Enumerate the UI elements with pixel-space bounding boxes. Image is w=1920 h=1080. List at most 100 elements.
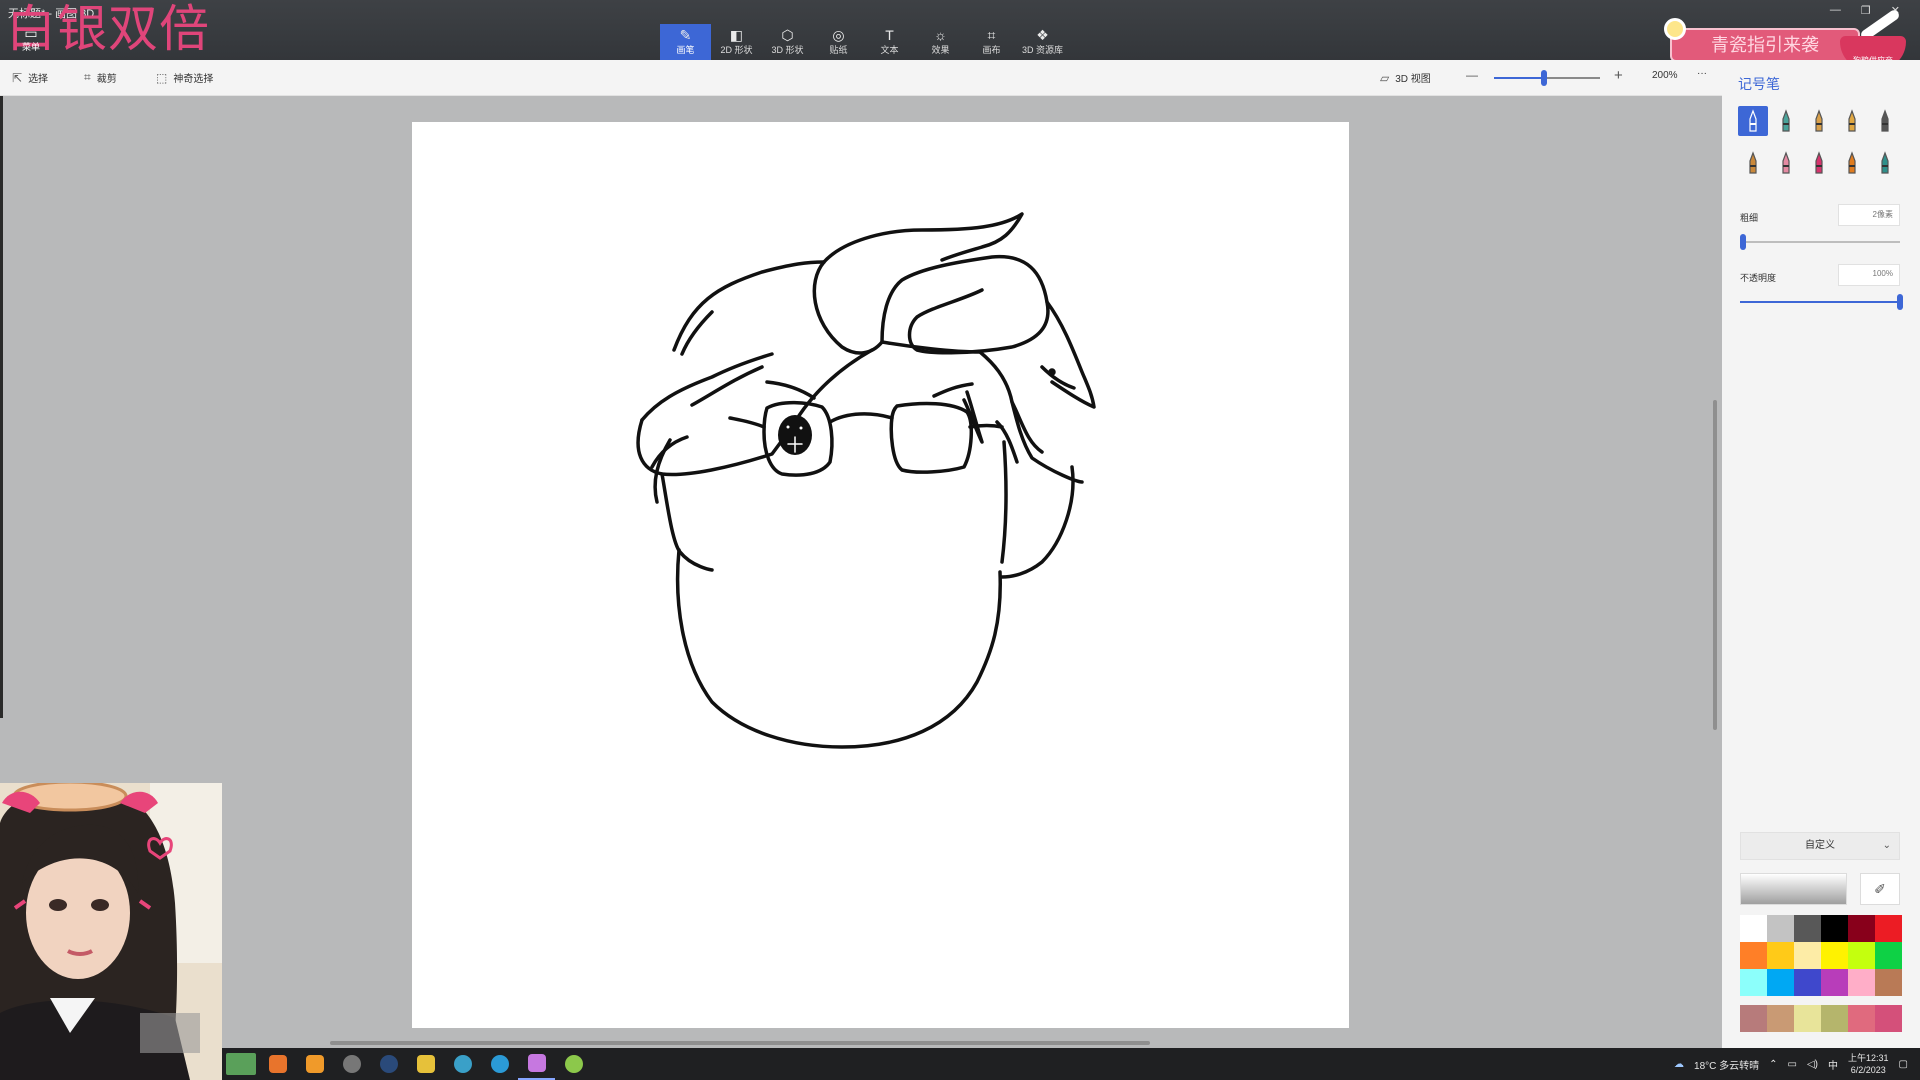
horizontal-scrollbar[interactable] <box>330 1041 1150 1045</box>
custom-color-swatch[interactable] <box>1821 1005 1848 1032</box>
opacity-slider[interactable] <box>1740 294 1903 310</box>
wallpaper-app-icon[interactable] <box>222 1048 259 1080</box>
color-swatch[interactable] <box>1821 942 1848 969</box>
tab-stickers[interactable]: ◎ 贴纸 <box>813 24 864 60</box>
more-button[interactable]: ··· <box>1697 68 1707 79</box>
fill-bucket-icon <box>1881 151 1889 174</box>
paint3d-app-icon[interactable] <box>518 1048 555 1080</box>
color-swatch[interactable] <box>1740 969 1767 996</box>
edge-app-icon[interactable] <box>481 1048 518 1080</box>
color-swatch[interactable] <box>1848 969 1875 996</box>
zoom-out-button[interactable]: — <box>1466 68 1478 82</box>
volume-icon[interactable]: ◁) <box>1807 1059 1818 1070</box>
current-color-preview[interactable] <box>1740 873 1847 905</box>
color-swatch[interactable] <box>1767 915 1794 942</box>
tab-brushes[interactable]: ✎ 画笔 <box>660 24 711 60</box>
opacity-input[interactable]: 100% <box>1838 264 1900 286</box>
zoom-slider[interactable] <box>1494 70 1600 86</box>
watercolor-brush-button[interactable] <box>1837 106 1867 136</box>
app-orange-1-icon[interactable] <box>259 1048 296 1080</box>
cursor-icon: ⇱ <box>12 70 23 85</box>
magic-select-label: 神奇选择 <box>173 74 214 85</box>
thickness-slider-thumb[interactable] <box>1740 234 1747 250</box>
zoom-slider-thumb[interactable] <box>1540 70 1547 86</box>
fill-bucket-button[interactable] <box>1870 148 1900 178</box>
green-app-icon[interactable] <box>555 1048 592 1080</box>
network-icon[interactable]: ▭ <box>1788 1059 1797 1070</box>
color-swatch[interactable] <box>1875 969 1902 996</box>
drawing-canvas[interactable] <box>412 122 1349 1028</box>
magic-select-button[interactable]: ⬚ 神奇选择 <box>156 70 214 86</box>
notification-icon[interactable]: ▢ <box>1899 1059 1908 1070</box>
color-swatch[interactable] <box>1875 942 1902 969</box>
obs-app-icon[interactable] <box>444 1048 481 1080</box>
tab-label: 3D 资源库 <box>1021 45 1063 55</box>
clock[interactable]: 上午12:31 6/2/2023 <box>1848 1052 1889 1076</box>
opacity-slider-thumb[interactable] <box>1897 294 1903 310</box>
color-swatch[interactable] <box>1848 942 1875 969</box>
spray-can-brush-button[interactable] <box>1837 148 1867 178</box>
game-app-icon[interactable] <box>407 1048 444 1080</box>
color-swatch[interactable] <box>1740 942 1767 969</box>
zoom-in-button[interactable]: + <box>1614 67 1623 84</box>
color-swatch[interactable] <box>1740 915 1767 942</box>
more-icon: ··· <box>1697 68 1707 79</box>
text-icon: T <box>885 27 894 43</box>
eraser-brush-button[interactable] <box>1771 148 1801 178</box>
left-eyebrow <box>765 380 816 400</box>
custom-color-swatch[interactable] <box>1848 1005 1875 1032</box>
color-swatch[interactable] <box>1794 969 1821 996</box>
color-swatch[interactable] <box>1821 915 1848 942</box>
weather-text[interactable]: 18°C 多云转晴 <box>1694 1057 1759 1072</box>
3d-view-button[interactable]: ▱ 3D 视图 <box>1380 70 1431 86</box>
custom-color-swatch[interactable] <box>1794 1005 1821 1032</box>
tab-canvas[interactable]: ⌗ 画布 <box>966 24 1017 60</box>
color-swatch[interactable] <box>1875 915 1902 942</box>
tab-3d-library[interactable]: ❖ 3D 资源库 <box>1017 24 1068 60</box>
color-swatch[interactable] <box>1767 969 1794 996</box>
custom-color-swatch[interactable] <box>1875 1005 1902 1032</box>
tab-label: 效果 <box>931 45 950 55</box>
clock-app-icon[interactable] <box>333 1048 370 1080</box>
custom-color-swatch[interactable] <box>1767 1005 1794 1032</box>
pixel-pen-brush-button[interactable] <box>1870 106 1900 136</box>
crayon-brush-button[interactable] <box>1804 148 1834 178</box>
secondary-toolbar: ⇱ 选择 ⌗ 裁剪 ⬚ 神奇选择 ▱ 3D 视图 — + 200% ··· <box>0 60 1722 96</box>
tab-2d-shapes[interactable]: ◧ 2D 形状 <box>711 24 762 60</box>
thickness-input[interactable]: 2像素 <box>1838 204 1900 226</box>
restore-icon[interactable]: ❐ <box>1861 4 1871 17</box>
tab-3d-shapes[interactable]: ⬡ 3D 形状 <box>762 24 813 60</box>
tab-effects[interactable]: ☼ 效果 <box>915 24 966 60</box>
weather-icon[interactable]: ☁ <box>1674 1059 1684 1070</box>
badge-text: 青瓷指引来袭 <box>1711 35 1819 55</box>
vertical-scrollbar[interactable] <box>1713 400 1717 730</box>
color-swatch[interactable] <box>1794 915 1821 942</box>
ime-indicator[interactable]: 中 <box>1828 1057 1838 1072</box>
tab-text[interactable]: T 文本 <box>864 24 915 60</box>
calligraphy-pen-brush-button[interactable] <box>1771 106 1801 136</box>
eyedropper-icon[interactable]: ✐ <box>1860 873 1900 905</box>
color-swatch[interactable] <box>1821 969 1848 996</box>
oil-brush-button[interactable] <box>1804 106 1834 136</box>
app-orange-2-icon[interactable] <box>296 1048 333 1080</box>
color-swatch[interactable] <box>1767 942 1794 969</box>
color-swatch[interactable] <box>1848 915 1875 942</box>
minimize-icon[interactable]: — <box>1830 4 1841 17</box>
pencil-brush-button[interactable] <box>1738 148 1768 178</box>
tab-label: 2D 形状 <box>720 45 753 55</box>
color-mode-select[interactable]: 自定义 ⌄ <box>1740 832 1900 860</box>
thickness-slider[interactable] <box>1740 234 1900 250</box>
opacity-label: 不透明度 <box>1740 273 1777 283</box>
steam-app-icon[interactable] <box>370 1048 407 1080</box>
hair-swirl-top <box>822 212 1024 264</box>
crop-button[interactable]: ⌗ 裁剪 <box>84 70 117 85</box>
menu-label: 菜单 <box>21 42 40 52</box>
chevron-up-icon[interactable]: ⌃ <box>1769 1059 1777 1070</box>
menu-button[interactable]: ▭ 菜单 <box>14 26 48 54</box>
eraser-brush-icon <box>1782 151 1790 174</box>
color-swatch[interactable] <box>1794 942 1821 969</box>
marker-brush-button[interactable] <box>1738 106 1768 136</box>
face-outline <box>675 548 1003 749</box>
custom-color-swatch[interactable] <box>1740 1005 1767 1032</box>
select-button[interactable]: ⇱ 选择 <box>12 70 48 86</box>
